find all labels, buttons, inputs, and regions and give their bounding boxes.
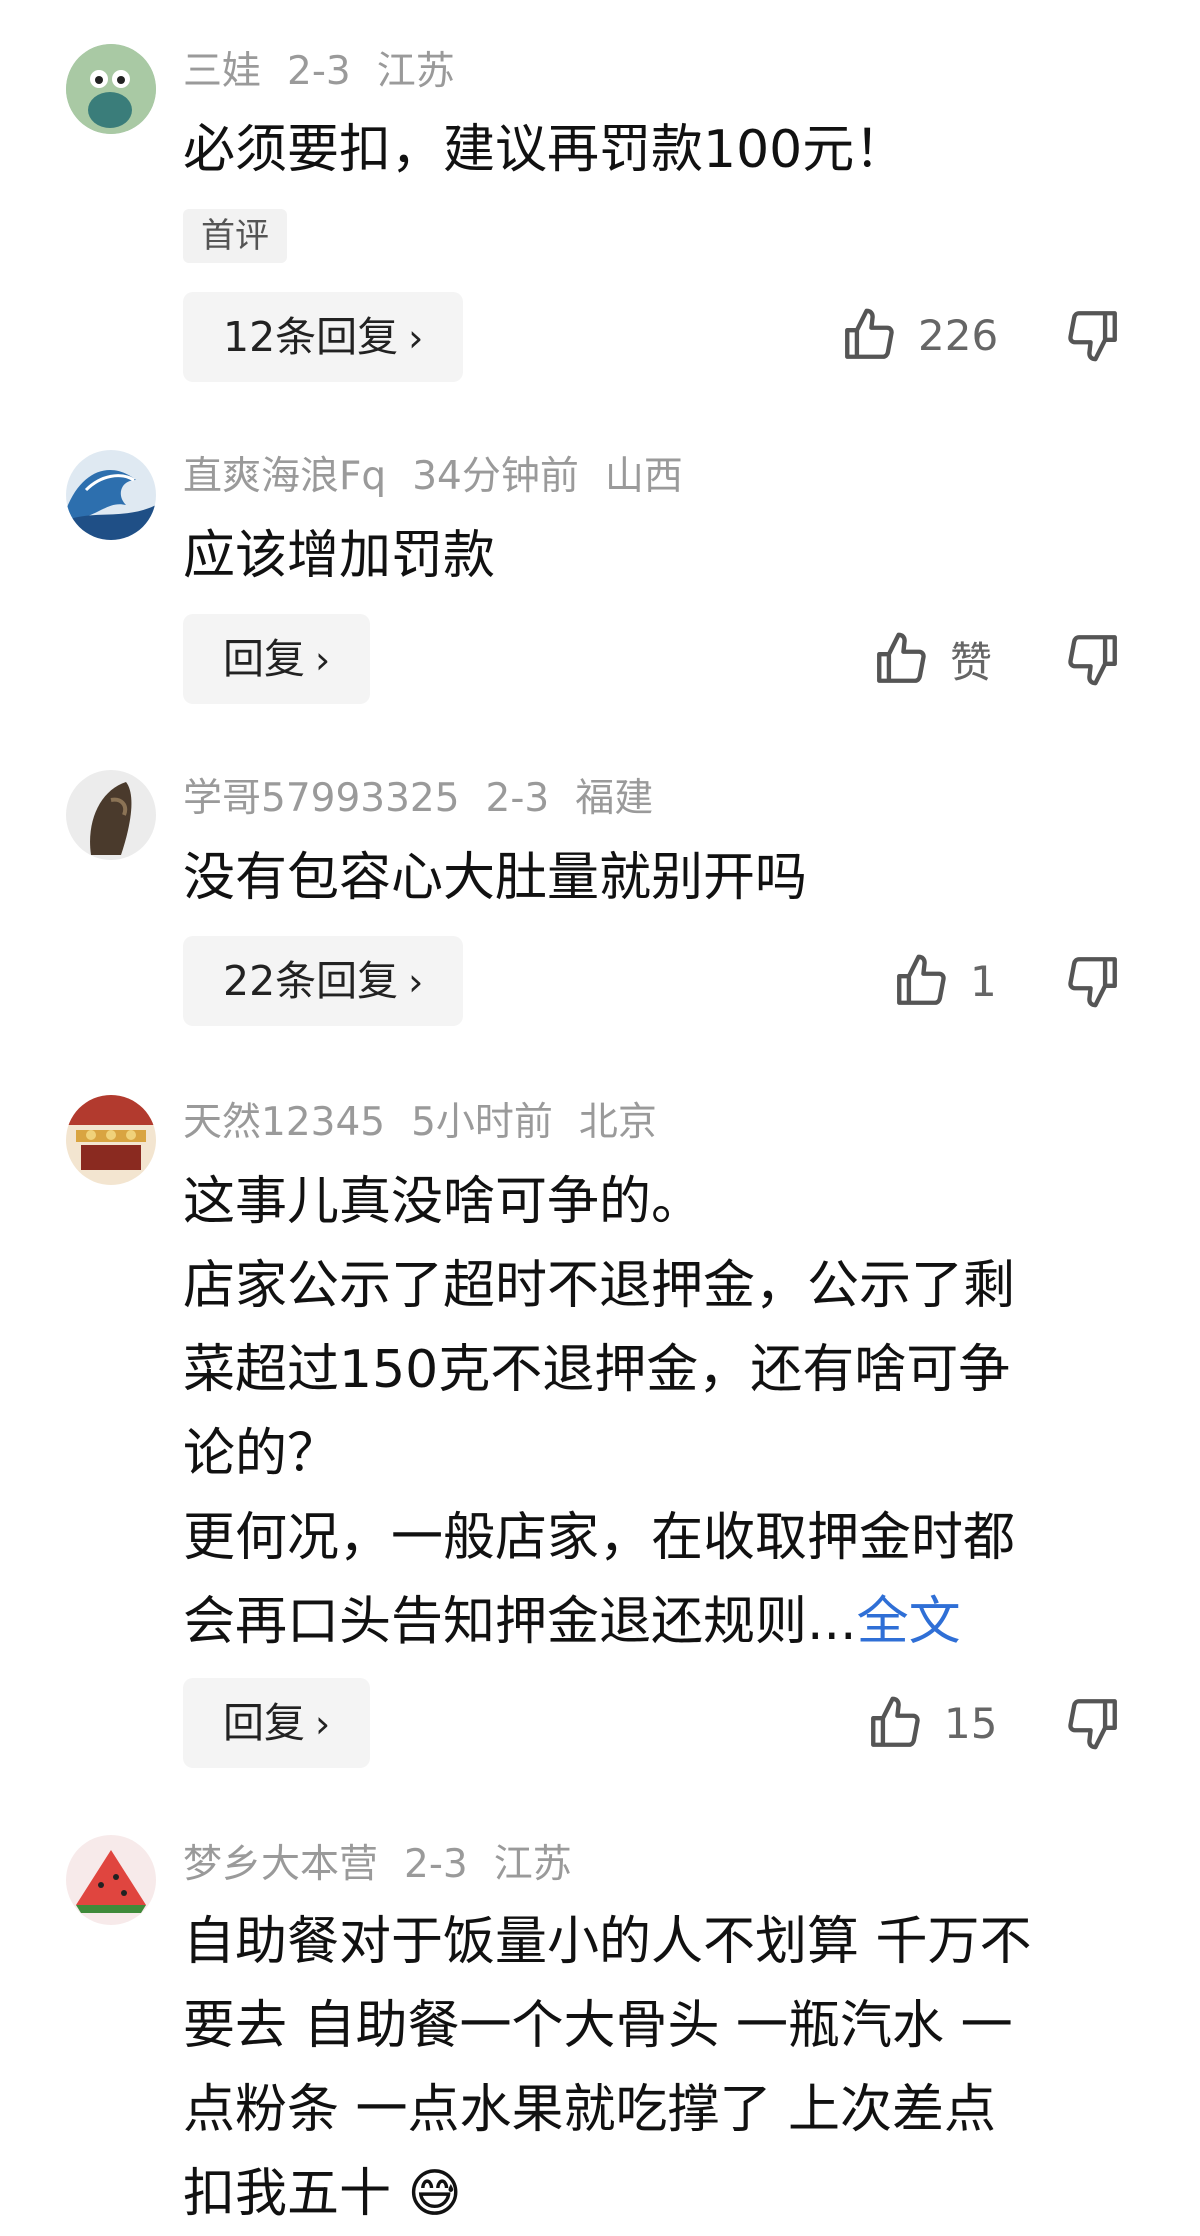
chevron-right-icon: › — [315, 638, 331, 682]
comment-meta: 三娃 2-3 江苏 — [183, 47, 481, 97]
avatar[interactable] — [66, 450, 156, 540]
comment-text: 这事儿真没啥可争的。 店家公示了超时不退押金，公示了剩 菜超过150克不退押金，… — [183, 1172, 1016, 1652]
comment-location: 江苏 — [376, 49, 455, 94]
comment-time: 34分钟前 — [412, 454, 579, 499]
comment-time: 2-3 — [287, 49, 351, 94]
full-text-link[interactable]: 全文 — [857, 1592, 961, 1652]
chevron-right-icon: › — [408, 316, 424, 360]
thumbs-up-icon — [871, 1696, 920, 1747]
comment-meta: 直爽海浪Fq 34分钟前 山西 — [183, 452, 709, 502]
avatar[interactable] — [66, 1835, 156, 1925]
thumbs-up-icon — [877, 632, 926, 683]
thumbs-up-icon — [845, 308, 894, 359]
avatar[interactable] — [66, 770, 156, 860]
like-label: 赞 — [950, 637, 993, 687]
username[interactable]: 直爽海浪Fq — [183, 454, 386, 499]
reply-button[interactable]: 回复 › — [183, 614, 371, 704]
thumbs-down-icon[interactable] — [1064, 952, 1122, 1010]
comment-text: 没有包容心大肚量就别开吗 — [183, 848, 808, 908]
first-comment-badge: 首评 — [183, 209, 287, 263]
comment-location: 北京 — [578, 1100, 657, 1145]
thumbs-up-icon — [897, 954, 946, 1005]
reply-button[interactable]: 12条回复 › — [183, 292, 464, 382]
comment-location: 福建 — [575, 776, 654, 821]
username[interactable]: 梦乡大本营 — [183, 1842, 378, 1887]
chevron-right-icon: › — [315, 1702, 331, 1746]
comment-time: 5小时前 — [411, 1100, 553, 1145]
like-count: 226 — [918, 310, 999, 360]
comment-meta: 天然12345 5小时前 北京 — [183, 1098, 683, 1148]
username[interactable]: 三娃 — [183, 49, 261, 94]
like-button[interactable]: 226 — [840, 300, 998, 370]
comment-time: 2-3 — [404, 1842, 468, 1887]
chevron-right-icon: › — [408, 960, 424, 1004]
reply-button[interactable]: 22条回复 › — [183, 936, 464, 1026]
comment-time: 2-3 — [485, 776, 550, 821]
thumbs-down-icon[interactable] — [1064, 630, 1122, 688]
comment-text: 应该增加罚款 — [183, 526, 496, 586]
comment-location: 江苏 — [493, 1842, 572, 1887]
thumbs-down-icon[interactable] — [1064, 306, 1122, 364]
like-button[interactable]: 1 — [892, 946, 997, 1016]
comment-text: 必须要扣，建议再罚款100元！ — [183, 120, 907, 180]
like-button[interactable]: 赞 — [872, 624, 992, 694]
like-count: 1 — [970, 956, 997, 1006]
username[interactable]: 学哥57993325 — [183, 776, 460, 821]
avatar[interactable] — [66, 1095, 156, 1185]
thumbs-down-icon[interactable] — [1064, 1694, 1122, 1752]
comment-text: 自助餐对于饭量小的人不划算 千万不 要去 自助餐一个大骨头 一瓶汽水 一 点粉条… — [183, 1912, 1032, 2224]
like-count: 15 — [944, 1698, 998, 1748]
avatar[interactable] — [66, 44, 156, 134]
comment-meta: 学哥57993325 2-3 福建 — [183, 774, 679, 824]
comment-meta: 梦乡大本营 2-3 江苏 — [183, 1840, 598, 1890]
comment-location: 山西 — [604, 454, 683, 499]
username[interactable]: 天然12345 — [183, 1100, 385, 1145]
reply-button[interactable]: 回复 › — [183, 1678, 371, 1768]
like-button[interactable]: 15 — [866, 1688, 997, 1758]
